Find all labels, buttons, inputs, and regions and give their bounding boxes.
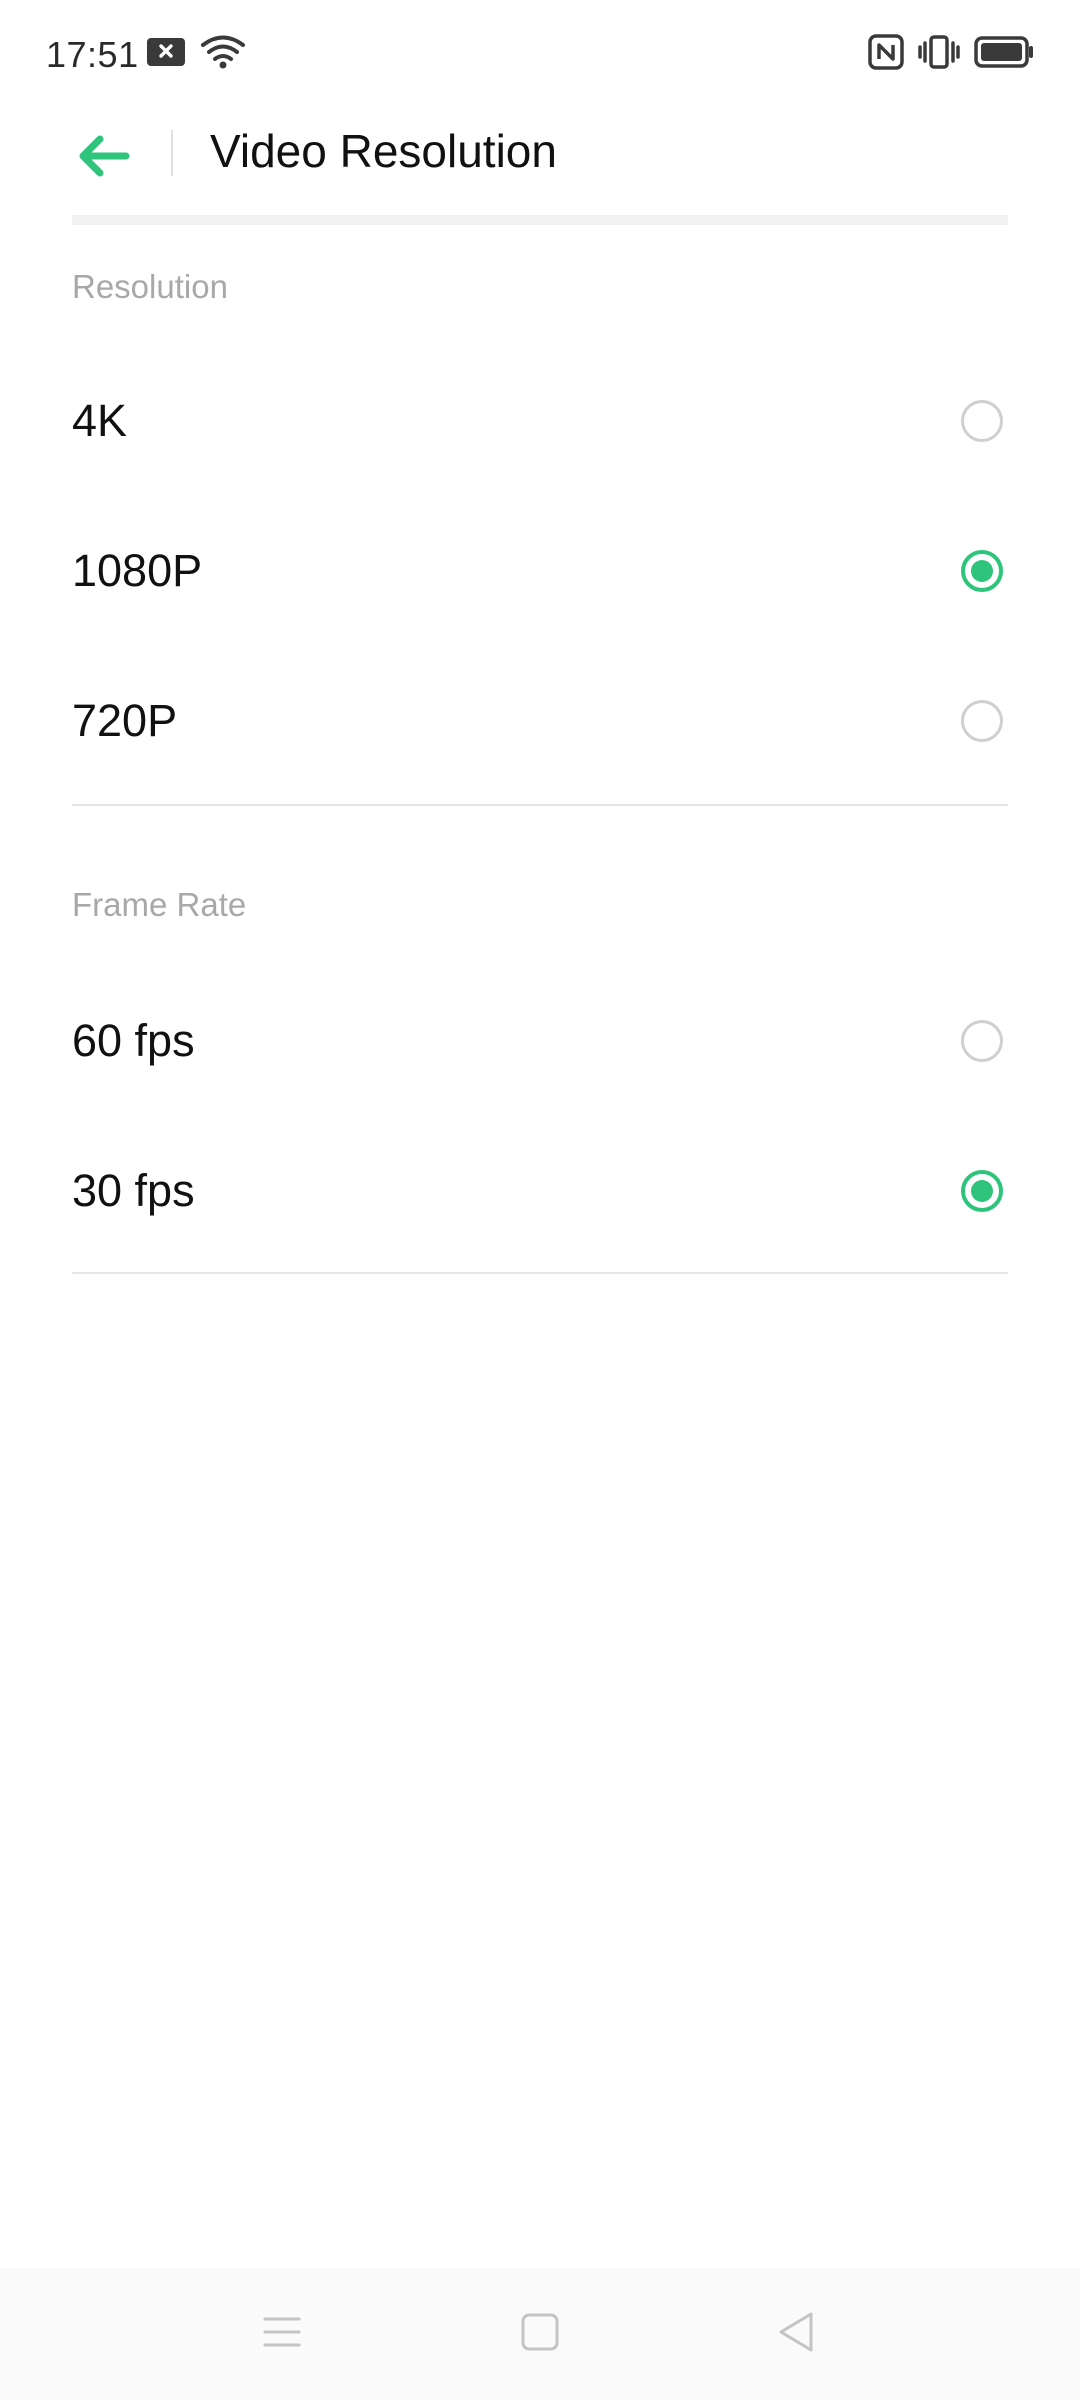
option-720p[interactable]: 720P [0,646,1080,796]
section-label-resolution: Resolution [72,268,228,305]
arrow-left-icon [78,134,130,183]
radio-button[interactable] [961,700,1003,742]
section-divider [72,804,1008,806]
back-button[interactable] [72,126,136,190]
status-right-icons [868,34,1034,75]
option-label: 30 fps [72,1165,195,1216]
back-icon [776,2310,816,2359]
option-label: 1080P [72,545,203,596]
option-label: 60 fps [72,1015,195,1066]
header-divider [72,215,1008,225]
option-60fps[interactable]: 60 fps [0,966,1080,1116]
option-label: 720P [72,695,178,746]
battery-icon [974,34,1034,75]
page-title: Video Resolution [210,125,557,177]
radio-button-selected[interactable] [961,1170,1003,1212]
status-left-icons [146,34,246,75]
title-divider [171,130,173,176]
section-label-frame-rate: Frame Rate [72,886,247,923]
option-label: 4K [72,395,128,446]
status-time: 17:51 [46,34,139,75]
section-divider [72,1272,1008,1274]
radio-button[interactable] [961,400,1003,442]
home-icon [520,2312,560,2357]
wifi-icon [200,34,246,75]
nav-menu-button[interactable] [250,2302,314,2366]
option-4k[interactable]: 4K [0,346,1080,496]
option-30fps[interactable]: 30 fps [0,1116,1080,1266]
menu-icon [262,2314,302,2355]
nfc-icon [868,34,904,75]
nav-home-button[interactable] [508,2302,572,2366]
radio-button-selected[interactable] [961,550,1003,592]
vibrate-icon [918,34,960,75]
option-1080p[interactable]: 1080P [0,496,1080,646]
app-bar: Video Resolution [0,108,1080,220]
status-bar: 17:51 [0,0,1080,108]
nav-back-button[interactable] [764,2302,828,2366]
notification-close-icon [146,36,186,73]
navigation-bar [0,2268,1080,2400]
radio-button[interactable] [961,1020,1003,1062]
